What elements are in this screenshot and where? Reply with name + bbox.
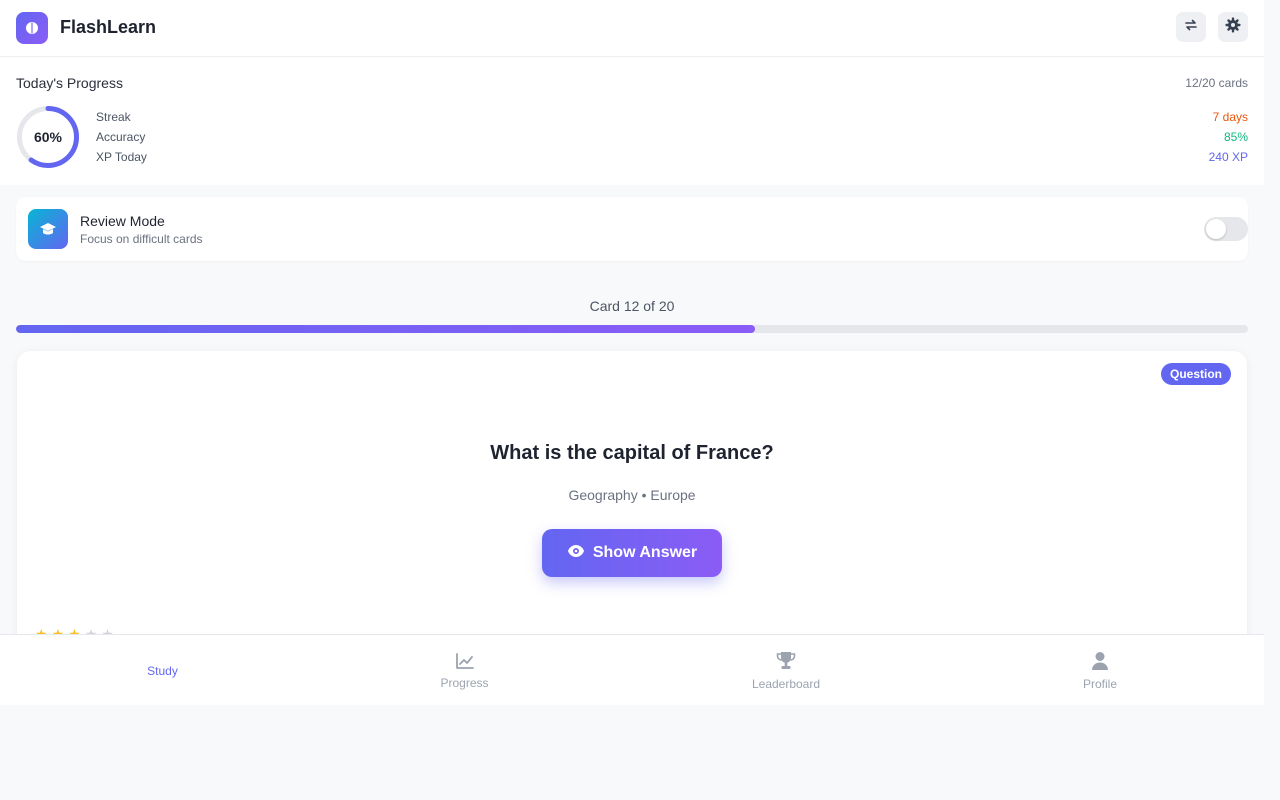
card-side-badge: Question xyxy=(1160,363,1231,385)
bottom-nav: Study Progress Leaderboard Profile xyxy=(0,634,1264,705)
nav-item-label: Study xyxy=(147,663,178,678)
nav-item-label: Profile xyxy=(1082,676,1117,691)
app-title: FlashLearn xyxy=(60,17,157,37)
refresh-button[interactable] xyxy=(1176,12,1206,42)
nav-item-progress[interactable]: Progress xyxy=(422,635,507,706)
settings-button[interactable] xyxy=(1218,12,1248,42)
review-mode-title: Review Mode xyxy=(80,213,165,229)
trophy-icon xyxy=(775,651,797,674)
accuracy-label: Accuracy xyxy=(96,130,146,144)
deck-progress-fill xyxy=(16,325,756,333)
nav-item-profile[interactable]: Profile xyxy=(1060,635,1140,706)
nav-item-study[interactable]: Study xyxy=(120,635,205,706)
show-answer-button[interactable]: Show Answer xyxy=(542,529,722,577)
graduation-cap-icon xyxy=(28,209,68,249)
gear-icon xyxy=(1225,16,1241,38)
nav-item-label: Progress xyxy=(440,675,489,690)
cards-count: 12/20 cards xyxy=(1185,76,1248,90)
toggle-knob xyxy=(1206,219,1226,239)
progress-title: Today's Progress xyxy=(16,75,123,91)
refresh-icon xyxy=(1183,17,1199,38)
eye-icon xyxy=(567,544,585,563)
nav-item-label: Leaderboard xyxy=(751,676,821,691)
flashcard[interactable]: Question What is the capital of France? … xyxy=(17,351,1247,651)
review-mode-subtitle: Focus on difficult cards xyxy=(80,232,203,246)
chart-line-icon xyxy=(455,652,475,673)
brain-icon xyxy=(16,12,48,44)
streak-label: Streak xyxy=(96,110,131,124)
deck-progress-bar xyxy=(16,325,1248,333)
show-answer-label: Show Answer xyxy=(592,544,698,561)
user-icon xyxy=(1091,651,1109,674)
review-mode-card: Review Mode Focus on difficult cards xyxy=(16,197,1248,261)
todays-progress-panel: Today's Progress 12/20 cards 60% Streak … xyxy=(0,57,1264,185)
review-mode-toggle[interactable] xyxy=(1204,217,1248,241)
card-category: Geography • Europe xyxy=(568,487,696,503)
xp-value: 240 XP xyxy=(1208,150,1248,164)
accuracy-value: 85% xyxy=(1223,130,1248,144)
card-counter: Card 12 of 20 xyxy=(589,298,675,314)
card-question: What is the capital of France? xyxy=(490,442,774,464)
streak-value: 7 days xyxy=(1212,110,1248,124)
nav-item-leaderboard[interactable]: Leaderboard xyxy=(738,635,834,706)
progress-percent: 60% xyxy=(33,129,63,145)
xp-label: XP Today xyxy=(96,150,147,164)
app-header: FlashLearn xyxy=(0,0,1264,57)
